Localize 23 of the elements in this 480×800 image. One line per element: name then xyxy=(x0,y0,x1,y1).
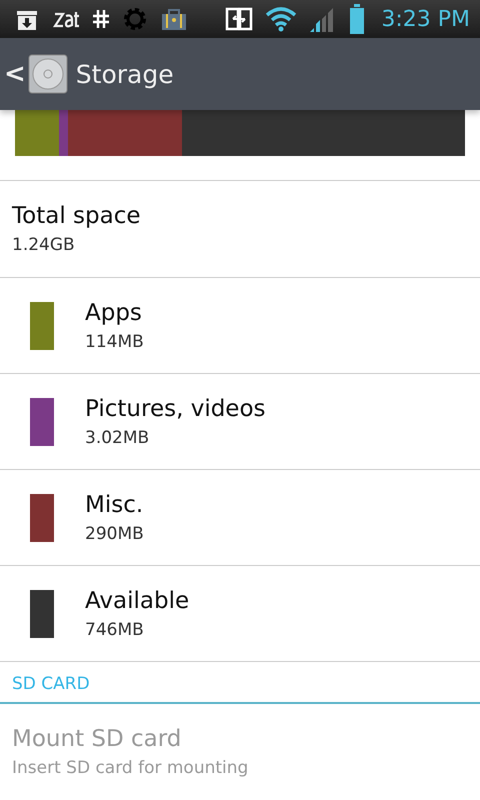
option-title: Mount SD card xyxy=(12,726,182,752)
wifi-icon xyxy=(265,6,298,32)
option-summary: Insert SD card for mounting xyxy=(12,758,250,778)
total-space-label: Total space xyxy=(12,203,140,229)
toolbox-icon xyxy=(160,6,188,32)
screen-share-icon xyxy=(225,7,254,31)
category-name: Available xyxy=(85,588,190,614)
category-size: 3.02MB xyxy=(85,428,150,448)
category-name: Apps xyxy=(85,300,143,326)
battery-icon xyxy=(349,4,366,34)
category-size: 290MB xyxy=(85,524,144,544)
category-size: 746MB xyxy=(85,620,145,640)
total-space-value: 1.24GB xyxy=(12,235,75,255)
category-size: 114MB xyxy=(85,332,144,352)
screen-title: Storage xyxy=(76,60,174,88)
hard-drive-icon xyxy=(28,54,68,94)
category-name: Misc. xyxy=(85,492,144,518)
clock: 3:23 PM xyxy=(381,6,470,32)
category-name: Pictures, videos xyxy=(85,396,266,422)
hash-icon xyxy=(92,8,110,30)
settings-icon xyxy=(122,6,148,32)
section-header: SD CARD xyxy=(0,662,480,704)
back-button[interactable]: < xyxy=(4,54,68,94)
